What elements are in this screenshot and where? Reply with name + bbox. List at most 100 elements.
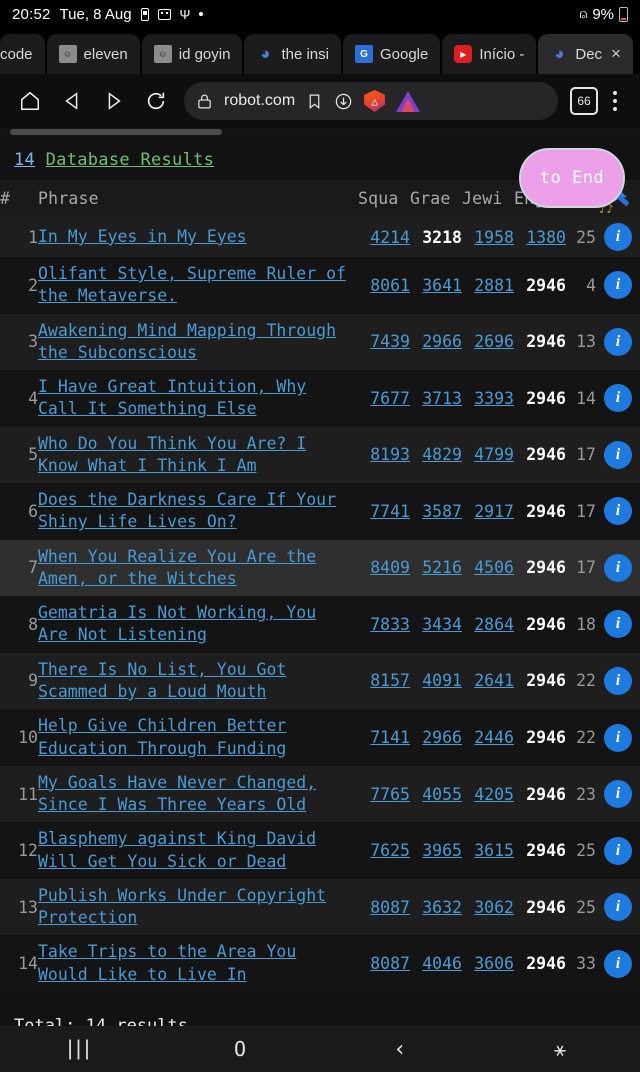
- table-row[interactable]: 2 Olifant Style, Supreme Ruler of the Met…: [0, 257, 640, 314]
- value-link[interactable]: 3587: [422, 502, 462, 521]
- address-bar[interactable]: robot.com △: [184, 82, 558, 120]
- browser-tab[interactable]: code: [0, 34, 45, 74]
- value-link[interactable]: 2917: [474, 502, 514, 521]
- column-header-phrase[interactable]: Phrase: [38, 180, 358, 217]
- table-row[interactable]: 4I Have Great Intuition, Why Call It Som…: [0, 370, 640, 427]
- kebab-menu-icon[interactable]: [600, 81, 630, 121]
- home-button[interactable]: O: [210, 1037, 270, 1061]
- info-button[interactable]: i: [604, 666, 632, 695]
- info-button[interactable]: i: [604, 440, 632, 469]
- horizontal-scrollbar[interactable]: [0, 128, 640, 136]
- table-row[interactable]: 3 Awakening Mind Mapping Through the Subc…: [0, 313, 640, 371]
- brave-shield-icon[interactable]: △: [364, 90, 386, 112]
- value-link[interactable]: 8157: [370, 671, 410, 690]
- column-header-squa[interactable]: Squa: [358, 180, 410, 217]
- bookmark-icon[interactable]: [306, 92, 323, 111]
- value-link[interactable]: 3606: [474, 954, 514, 973]
- value-link[interactable]: 7741: [370, 502, 410, 521]
- reload-icon[interactable]: [136, 81, 176, 121]
- phrase-link[interactable]: There Is No List, You Got Scammed by a L…: [38, 659, 358, 704]
- table-row[interactable]: 6 Does the Darkness Care If Your Shiny Li…: [0, 483, 640, 540]
- table-row[interactable]: 13 Publish Works Under Copyright Protecti…: [0, 878, 640, 936]
- info-button[interactable]: i: [604, 223, 632, 251]
- value-link[interactable]: 4829: [422, 445, 462, 464]
- value-link[interactable]: 2966: [422, 332, 462, 351]
- table-row[interactable]: 10 Help Give Children Better Education Th…: [0, 709, 640, 766]
- download-icon[interactable]: [334, 92, 353, 111]
- phrase-link[interactable]: Help Give Children Better Education Thro…: [38, 715, 358, 760]
- scrollbar-thumb[interactable]: [10, 129, 222, 135]
- value-link[interactable]: 7625: [370, 841, 410, 860]
- phrase-link[interactable]: My Goals Have Never Changed, Since I Was…: [38, 772, 358, 817]
- browser-tab[interactable]: ◕ the insi: [244, 34, 341, 74]
- value-link[interactable]: 4799: [474, 445, 514, 464]
- phrase-link[interactable]: Does the Darkness Care If Your Shiny Lif…: [38, 489, 358, 534]
- back-button[interactable]: ‹: [370, 1037, 430, 1062]
- home-icon[interactable]: [10, 81, 50, 121]
- value-link[interactable]: 4091: [422, 671, 462, 690]
- value-link[interactable]: 8087: [370, 898, 410, 917]
- info-button[interactable]: i: [604, 836, 632, 865]
- triangle-logo-icon[interactable]: [396, 90, 421, 112]
- recent-apps-button[interactable]: |||: [50, 1037, 110, 1061]
- accessibility-icon[interactable]: ⚹: [530, 1037, 590, 1061]
- value-link[interactable]: 2864: [474, 615, 514, 634]
- info-button[interactable]: i: [604, 497, 632, 526]
- value-link[interactable]: 5216: [422, 558, 462, 577]
- phrase-link[interactable]: In My Eyes in My Eyes: [38, 226, 358, 248]
- value-link[interactable]: 4205: [474, 785, 514, 804]
- phrase-link[interactable]: Publish Works Under Copyright Protection: [38, 885, 358, 930]
- phrase-link[interactable]: I Have Great Intuition, Why Call It Some…: [38, 376, 358, 421]
- info-button[interactable]: i: [604, 610, 632, 639]
- value-link[interactable]: 8409: [370, 558, 410, 577]
- info-button[interactable]: i: [604, 723, 632, 752]
- value-link[interactable]: 8061: [370, 276, 410, 295]
- value-link[interactable]: 4046: [422, 954, 462, 973]
- value-link[interactable]: 2641: [474, 671, 514, 690]
- value-link[interactable]: 3641: [422, 276, 462, 295]
- column-header-jewi[interactable]: Jewi: [462, 180, 514, 217]
- value-link[interactable]: 7677: [370, 389, 410, 408]
- info-button[interactable]: i: [604, 271, 632, 300]
- tab-strip[interactable]: code ☺ eleven ☺ id goyin ◕ the insi G Go…: [0, 28, 640, 74]
- value-link[interactable]: 7833: [370, 615, 410, 634]
- phrase-link[interactable]: Awakening Mind Mapping Through the Subco…: [38, 320, 358, 365]
- value-link[interactable]: 4506: [474, 558, 514, 577]
- phrase-link[interactable]: Blasphemy against King David Will Get Yo…: [38, 828, 358, 873]
- table-row[interactable]: 12 Blasphemy against King David Will Get …: [0, 822, 640, 879]
- phrase-link[interactable]: Gematria Is Not Working, You Are Not Lis…: [38, 602, 358, 647]
- info-button[interactable]: i: [604, 384, 632, 413]
- info-button[interactable]: i: [604, 780, 632, 809]
- value-link[interactable]: 3615: [474, 841, 514, 860]
- close-tab-icon[interactable]: ×: [611, 44, 621, 64]
- value-link[interactable]: 2446: [474, 728, 514, 747]
- value-link[interactable]: 2881: [474, 276, 514, 295]
- browser-tab[interactable]: ☺ eleven: [46, 34, 140, 74]
- column-header-grae[interactable]: Grae: [410, 180, 462, 217]
- info-button[interactable]: i: [604, 553, 632, 582]
- value-link[interactable]: 3393: [474, 389, 514, 408]
- info-button[interactable]: i: [604, 327, 632, 356]
- info-button[interactable]: i: [604, 893, 632, 922]
- value-link[interactable]: 3062: [474, 898, 514, 917]
- table-row[interactable]: 8 Gematria Is Not Working, You Are Not Li…: [0, 596, 640, 653]
- phrase-link[interactable]: Take Trips to the Area You Would Like to…: [38, 941, 358, 986]
- info-button[interactable]: i: [604, 949, 632, 978]
- browser-tab[interactable]: G Google: [342, 34, 441, 74]
- forward-icon[interactable]: [94, 81, 134, 121]
- table-row[interactable]: 11 My Goals Have Never Changed, Since I W…: [0, 765, 640, 823]
- column-header-number[interactable]: #: [0, 180, 38, 217]
- back-icon[interactable]: [52, 81, 92, 121]
- value-link[interactable]: 7141: [370, 728, 410, 747]
- phrase-link[interactable]: Olifant Style, Supreme Ruler of the Meta…: [38, 263, 358, 308]
- value-link[interactable]: 3713: [422, 389, 462, 408]
- value-link[interactable]: 8087: [370, 954, 410, 973]
- value-link[interactable]: 1958: [474, 228, 514, 247]
- value-link[interactable]: 7765: [370, 785, 410, 804]
- table-row[interactable]: 14 Take Trips to the Area You Would Like …: [0, 935, 640, 992]
- new-tab-button[interactable]: +: [635, 42, 640, 68]
- value-link[interactable]: 3632: [422, 898, 462, 917]
- value-link[interactable]: 7439: [370, 332, 410, 351]
- value-link[interactable]: 3965: [422, 841, 462, 860]
- tab-count-button[interactable]: 66: [570, 87, 598, 115]
